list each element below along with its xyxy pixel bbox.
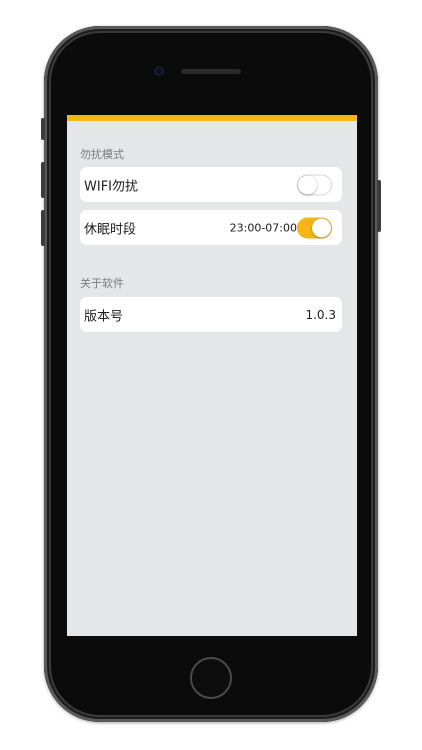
power-button (377, 180, 381, 232)
version-value: 1.0.3 (305, 307, 336, 322)
app-screen: 勿扰模式 WIFI勿扰 休眠时段 23:00-07:00 关于软件 版本号 1.… (67, 115, 357, 636)
section-title-dnd: 勿扰模式 (80, 148, 124, 161)
wifi-dnd-toggle[interactable] (297, 174, 332, 195)
section-title-about: 关于软件 (80, 277, 124, 290)
earpiece-speaker (181, 69, 241, 74)
toggle-knob (312, 218, 331, 237)
top-accent-bar (67, 115, 357, 121)
toggle-knob (298, 175, 317, 194)
version-row: 版本号 1.0.3 (80, 297, 342, 332)
front-camera-icon (154, 66, 164, 76)
wifi-dnd-label: WIFI勿扰 (84, 179, 138, 194)
sleep-period-time[interactable]: 23:00-07:00 (230, 221, 297, 234)
volume-up-button (41, 162, 45, 198)
version-label: 版本号 (84, 309, 124, 324)
mute-switch (41, 118, 45, 140)
sleep-period-row[interactable]: 休眠时段 23:00-07:00 (80, 210, 342, 245)
sleep-period-toggle[interactable] (297, 217, 332, 238)
home-button-icon[interactable] (190, 657, 232, 699)
sleep-period-label: 休眠时段 (84, 222, 137, 237)
device-stage: 勿扰模式 WIFI勿扰 休眠时段 23:00-07:00 关于软件 版本号 1.… (0, 0, 422, 750)
wifi-dnd-row[interactable]: WIFI勿扰 (80, 167, 342, 202)
volume-down-button (41, 210, 45, 246)
